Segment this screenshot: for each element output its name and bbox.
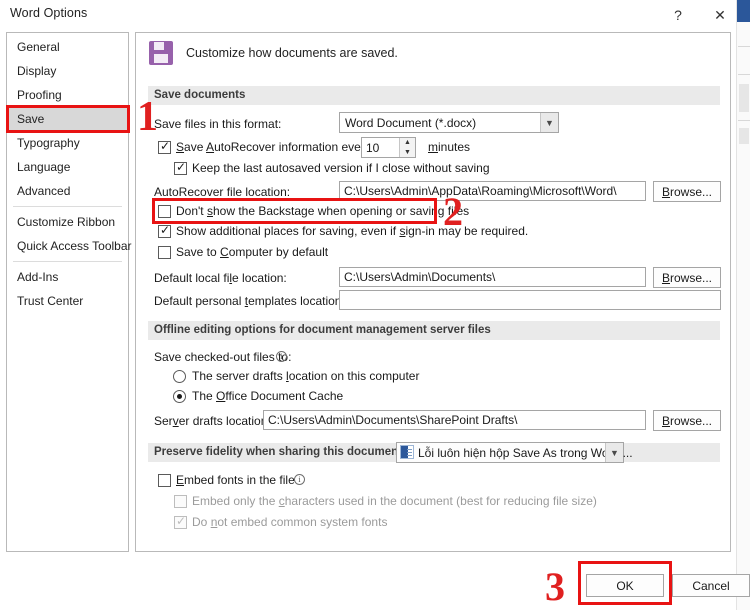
sidebar-item-display[interactable]: Display — [7, 59, 128, 83]
sidebar-item-advanced[interactable]: Advanced — [7, 179, 128, 203]
do-not-embed-common-fonts-checkbox: ✓ — [174, 514, 187, 529]
pane-header-text: Customize how documents are saved. — [186, 46, 398, 60]
autorecover-label: Save AutoRecover information every — [176, 140, 371, 154]
minutes-label: minutes — [428, 140, 471, 154]
help-icon[interactable]: ? — [663, 2, 693, 28]
chevron-down-icon-fidelity: ▼ — [605, 443, 623, 462]
keep-last-autosaved-checkbox[interactable]: ✓ — [174, 161, 187, 175]
autorecover-location-label: AutoRecover file location: — [154, 185, 291, 199]
info-icon-checked-out[interactable]: i — [276, 351, 287, 362]
embed-fonts-label: Embed fonts in the file — [176, 473, 295, 487]
autorecover-location-input[interactable]: C:\Users\Admin\AppData\Roaming\Microsoft… — [339, 181, 646, 201]
word-options-dialog: Word Options ? ✕ General Display Proofin… — [0, 0, 750, 610]
radio-office-cache[interactable] — [173, 390, 186, 403]
autorecover-browse-button[interactable]: Browse... — [653, 181, 721, 202]
sidebar-item-save[interactable]: Save — [7, 107, 128, 131]
background-app-sliver — [736, 0, 750, 610]
autorecover-checkbox[interactable]: ✓ — [158, 140, 171, 154]
show-additional-places-checkbox[interactable]: ✓ — [158, 224, 171, 238]
category-sidebar: General Display Proofing Save Typography… — [6, 32, 132, 552]
background-ribbon — [737, 0, 750, 22]
autorecover-minutes-value: 10 — [366, 141, 380, 155]
default-local-location-input[interactable]: C:\Users\Admin\Documents\ — [339, 267, 646, 287]
save-to-computer-checkbox[interactable] — [158, 246, 171, 259]
default-local-browse-button[interactable]: Browse... — [653, 267, 721, 288]
embed-only-characters-checkbox — [174, 495, 187, 508]
radio-server-drafts-label: The server drafts location on this compu… — [192, 369, 420, 383]
radio-office-cache-label: The Office Document Cache — [192, 389, 344, 403]
sidebar-item-general[interactable]: General — [7, 35, 128, 59]
window-title: Word Options — [10, 6, 88, 20]
default-templates-location-label: Default personal templates location: — [154, 294, 345, 308]
show-additional-places-label: Show additional places for saving, even … — [176, 224, 529, 238]
dont-show-backstage-label: Don't show the Backstage when opening or… — [176, 204, 470, 218]
preserve-fidelity-document-combo[interactable]: Lỗi luôn hiện hộp Save As trong Word....… — [396, 442, 633, 463]
annotation-number-3: 3 — [545, 564, 565, 609]
default-templates-location-input[interactable] — [339, 290, 721, 310]
sidebar-item-trust-center[interactable]: Trust Center — [7, 289, 128, 313]
info-icon-embed-fonts[interactable]: i — [294, 474, 305, 485]
sidebar-divider-1 — [13, 206, 122, 207]
radio-server-drafts[interactable] — [173, 370, 186, 383]
pane-header: Customize how documents are saved. — [149, 41, 398, 65]
save-to-computer-label: Save to Computer by default — [176, 245, 329, 259]
save-format-combo[interactable]: Word Document (*.docx) ▼ — [339, 112, 559, 133]
stepper-down-icon[interactable]: ▼ — [400, 148, 415, 157]
server-drafts-location-label: Server drafts location: — [154, 414, 271, 428]
save-floppy-icon — [149, 41, 173, 65]
save-format-label: Save files in this format: — [154, 117, 282, 131]
preserve-fidelity-document-value: Lỗi luôn hiện hộp Save As trong Word.... — [418, 446, 633, 460]
ok-button[interactable]: OK — [586, 574, 664, 597]
embed-fonts-checkbox[interactable] — [158, 474, 171, 487]
sidebar-item-quick-access-toolbar[interactable]: Quick Access Toolbar — [7, 234, 132, 258]
save-checked-out-label: Save checked-out files to: — [154, 350, 292, 364]
sidebar-divider-2 — [13, 261, 122, 262]
section-offline-editing: Offline editing options for document man… — [148, 321, 720, 340]
sidebar-item-language[interactable]: Language — [7, 155, 128, 179]
server-drafts-location-input[interactable]: C:\Users\Admin\Documents\SharePoint Draf… — [263, 410, 646, 430]
embed-only-characters-label: Embed only the characters used in the do… — [192, 494, 597, 508]
sidebar-item-customize-ribbon[interactable]: Customize Ribbon — [7, 210, 128, 234]
section-save-documents: Save documents — [148, 86, 720, 105]
sidebar-item-add-ins[interactable]: Add-Ins — [7, 265, 128, 289]
close-icon[interactable]: ✕ — [705, 2, 735, 28]
options-content-pane: Customize how documents are saved. Save … — [135, 32, 731, 552]
keep-last-autosaved-label: Keep the last autosaved version if I clo… — [192, 161, 490, 175]
sidebar-item-proofing[interactable]: Proofing — [7, 83, 128, 107]
default-local-location-label: Default local file location: — [154, 271, 287, 285]
save-format-value: Word Document (*.docx) — [345, 116, 477, 130]
cancel-button[interactable]: Cancel — [672, 574, 750, 597]
sidebar-item-typography[interactable]: Typography — [7, 131, 128, 155]
server-drafts-browse-button[interactable]: Browse... — [653, 410, 721, 431]
do-not-embed-common-fonts-label: Do not embed common system fonts — [192, 515, 388, 529]
word-document-icon — [400, 445, 414, 459]
stepper-up-icon[interactable]: ▲ — [400, 138, 415, 147]
autorecover-minutes-stepper[interactable]: 10 ▲ ▼ — [361, 137, 416, 158]
chevron-down-icon: ▼ — [540, 113, 558, 132]
title-bar: Word Options ? ✕ — [0, 0, 736, 32]
dont-show-backstage-checkbox[interactable] — [158, 205, 171, 218]
